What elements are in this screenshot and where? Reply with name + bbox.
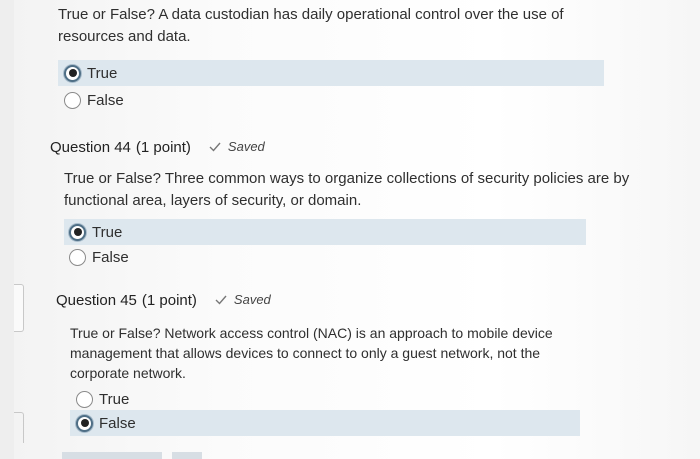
checkmark-icon: [215, 295, 227, 305]
question-number: Question 45: [56, 292, 137, 309]
question-43-line-2: resources and data.: [58, 28, 191, 45]
question-44-header: Question 44 (1 point) Saved: [50, 137, 265, 158]
question-45-header: Question 45 (1 point) Saved: [56, 290, 271, 311]
checkmark-icon: [209, 142, 221, 152]
question-44-line-1: True or False? Three common ways to orga…: [64, 170, 630, 187]
question-points: (1 point): [141, 292, 197, 309]
saved-status: Saved: [215, 290, 271, 310]
side-panel-tab-lower[interactable]: [14, 412, 24, 443]
radio-button-icon[interactable]: [69, 248, 86, 266]
radio-button-icon[interactable]: [64, 64, 81, 82]
question-45-option-false[interactable]: False: [70, 410, 580, 436]
question-43-line-1: True or False? A data custodian has dail…: [58, 6, 564, 23]
question-45-option-true[interactable]: True: [70, 386, 580, 412]
bottom-button-secondary[interactable]: [172, 452, 202, 459]
option-label: False: [92, 248, 129, 266]
question-43-option-true[interactable]: True: [58, 60, 604, 86]
option-label: True: [87, 64, 118, 82]
bottom-button[interactable]: [62, 452, 162, 459]
quiz-page: True or False? A data custodian has dail…: [14, 0, 700, 459]
question-44-option-true[interactable]: True: [64, 219, 586, 245]
option-label: False: [99, 414, 136, 432]
question-44-text: True or False? Three common ways to orga…: [64, 168, 629, 212]
question-45-line-3: corporate network.: [70, 365, 186, 381]
option-label: True: [99, 390, 130, 408]
question-43-text: True or False? A data custodian has dail…: [58, 4, 564, 48]
question-points: (1 point): [135, 139, 191, 156]
option-label: False: [87, 91, 124, 109]
option-label: True: [92, 223, 123, 241]
saved-status: Saved: [209, 137, 265, 157]
radio-button-icon[interactable]: [64, 91, 81, 109]
radio-button-icon[interactable]: [69, 223, 86, 241]
question-45-text: True or False? Network access control (N…: [70, 323, 553, 383]
question-45-line-2: management that allows devices to connec…: [70, 345, 541, 361]
side-panel-tab[interactable]: [14, 284, 24, 332]
question-44-option-false[interactable]: False: [64, 244, 586, 270]
question-43-option-false[interactable]: False: [58, 87, 604, 113]
question-number: Question 44: [50, 139, 131, 156]
question-44-line-2: functional area, layers of security, or …: [64, 192, 362, 209]
radio-button-icon[interactable]: [76, 414, 93, 432]
radio-button-icon[interactable]: [76, 390, 93, 408]
question-45-line-1: True or False? Network access control (N…: [70, 325, 553, 341]
